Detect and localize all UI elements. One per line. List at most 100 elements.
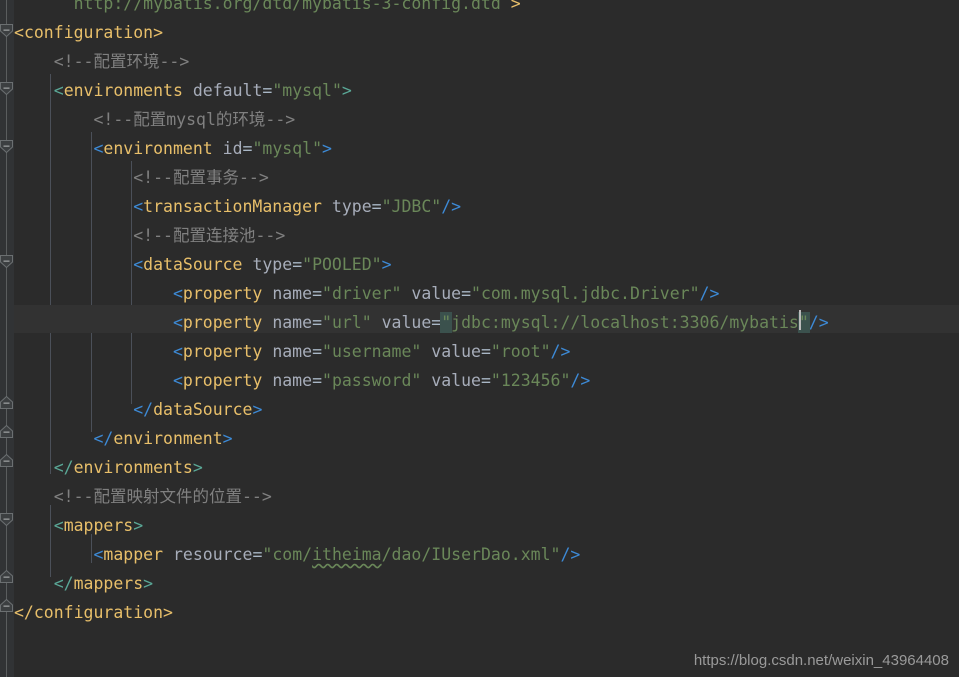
tag-datasource-close: dataSource: [153, 400, 253, 419]
tag-property: property: [182, 284, 263, 303]
attr-resource: resource: [172, 545, 253, 564]
code-line[interactable]: <environment id="mysql">: [0, 135, 332, 164]
angle-open: <: [172, 284, 183, 303]
val-prop-name-password: "password": [322, 371, 422, 390]
tag-environment-close: environment: [113, 429, 223, 448]
angle-close: >: [322, 139, 332, 158]
code-line[interactable]: <mapper resource="com/itheima/dao/IUserD…: [0, 541, 580, 570]
angle-selfclose: />: [570, 371, 591, 390]
angle-open: <: [172, 313, 183, 332]
code-line[interactable]: <configuration>: [0, 19, 163, 48]
tag-property: property: [182, 342, 263, 361]
angle-selfclose: />: [808, 313, 829, 332]
code-line[interactable]: <mappers>: [0, 512, 143, 541]
angle-open: <: [53, 516, 64, 535]
watermark: https://blog.csdn.net/weixin_43964408: [693, 652, 949, 669]
code-line[interactable]: </environment>: [0, 425, 233, 454]
angle-open: <: [93, 139, 104, 158]
attr-name: name: [272, 313, 313, 332]
dtd-close: >: [500, 0, 521, 13]
val-environment-id: "mysql": [252, 139, 322, 158]
code-line[interactable]: <!--配置连接池-->: [0, 222, 285, 251]
attr-value: value: [381, 313, 432, 332]
code-editor[interactable]: http://mybatis.org/dtd/mybatis-3-config.…: [0, 0, 959, 677]
attr-type: type: [252, 255, 293, 274]
tag-configuration-open: <configuration>: [14, 23, 164, 42]
angle-open: <: [93, 545, 104, 564]
code-line[interactable]: <property name="username" value="root"/>: [0, 338, 570, 367]
val-prop-url: jdbc:mysql://localhost:3306/mybatis: [451, 313, 799, 332]
val-datasource-type: "POOLED": [302, 255, 382, 274]
angle-open: <: [53, 81, 64, 100]
spellcheck-typo: itheima: [312, 545, 382, 564]
text-caret: [799, 310, 801, 330]
angle-open-close: </: [133, 400, 154, 419]
val-tx-type: "JDBC": [381, 197, 442, 216]
val-prop-name-username: "username": [322, 342, 422, 361]
angle-close: >: [381, 255, 392, 274]
angle-open-close: </: [53, 458, 74, 477]
comment-tx: <!--配置事务-->: [133, 168, 269, 187]
tag-mapper: mapper: [103, 545, 164, 564]
code-line[interactable]: </mappers>: [0, 570, 153, 599]
angle-open: <: [133, 255, 144, 274]
attr-name: name: [272, 371, 313, 390]
code-line[interactable]: <!--配置事务-->: [0, 164, 269, 193]
tag-datasource: dataSource: [143, 255, 243, 274]
code-line[interactable]: http://mybatis.org/dtd/mybatis-3-config.…: [0, 0, 521, 19]
comment-mappers: <!--配置映射文件的位置-->: [53, 487, 272, 506]
val-environments-default: "mysql": [272, 81, 342, 100]
code-line[interactable]: <property name="driver" value="com.mysql…: [0, 280, 719, 309]
angle-close: >: [341, 81, 352, 100]
matched-quote-open: ": [440, 312, 453, 333]
val-mapper-resource: "com/itheima/dao/IUserDao.xml": [262, 545, 561, 564]
val-prop-name-url: "url": [322, 313, 372, 332]
angle-close: >: [143, 574, 154, 593]
angle-close: >: [222, 429, 233, 448]
angle-close: >: [133, 516, 144, 535]
attr-type: type: [331, 197, 372, 216]
code-line[interactable]: <property name="password" value="123456"…: [0, 367, 590, 396]
attr-id: id: [222, 139, 243, 158]
tag-environments-close: environments: [73, 458, 193, 477]
tag-mappers: mappers: [63, 516, 134, 535]
tag-property: property: [182, 313, 263, 332]
code-line[interactable]: <dataSource type="POOLED">: [0, 251, 392, 280]
code-line-current[interactable]: <property name="url" value="jdbc:mysql:/…: [0, 309, 829, 338]
code-line[interactable]: <transactionManager type="JDBC"/>: [0, 193, 461, 222]
val-prop-driver: "com.mysql.jdbc.Driver": [471, 284, 700, 303]
tag-mappers-close: mappers: [73, 574, 144, 593]
code-line[interactable]: <!--配置mysql的环境-->: [0, 106, 295, 135]
code-line[interactable]: </dataSource>: [0, 396, 262, 425]
dtd-url: http://mybatis.org/dtd/mybatis-3-config.…: [73, 0, 501, 13]
comment-env: <!--配置环境-->: [53, 52, 190, 71]
attr-value: value: [431, 371, 481, 390]
attr-name: name: [272, 342, 313, 361]
angle-open: <: [172, 371, 183, 390]
angle-close: >: [192, 458, 203, 477]
attr-default: default: [192, 81, 263, 100]
angle-open: <: [172, 342, 183, 361]
code-line[interactable]: <!--配置映射文件的位置-->: [0, 483, 272, 512]
angle-open: <: [133, 197, 144, 216]
angle-selfclose: />: [560, 545, 581, 564]
code-line[interactable]: </configuration>: [0, 599, 173, 628]
code-line[interactable]: </environments>: [0, 454, 203, 483]
angle-selfclose: />: [441, 197, 462, 216]
code-line[interactable]: <environments default="mysql">: [0, 77, 352, 106]
comment-mysql-env: <!--配置mysql的环境-->: [93, 110, 296, 129]
val-prop-password: "123456": [490, 371, 571, 390]
tag-environments: environments: [63, 81, 183, 100]
tag-configuration-close: </configuration>: [14, 603, 173, 622]
code-line[interactable]: <!--配置环境-->: [0, 48, 190, 77]
attr-value: value: [431, 342, 481, 361]
comment-pool: <!--配置连接池-->: [133, 226, 286, 245]
code-content[interactable]: http://mybatis.org/dtd/mybatis-3-config.…: [0, 0, 829, 677]
angle-selfclose: />: [699, 284, 720, 303]
angle-close: >: [252, 400, 263, 419]
angle-open-close: </: [93, 429, 114, 448]
angle-selfclose: />: [550, 342, 571, 361]
tag-property: property: [182, 371, 263, 390]
attr-value: value: [411, 284, 462, 303]
tag-transactionmanager: transactionManager: [143, 197, 322, 216]
